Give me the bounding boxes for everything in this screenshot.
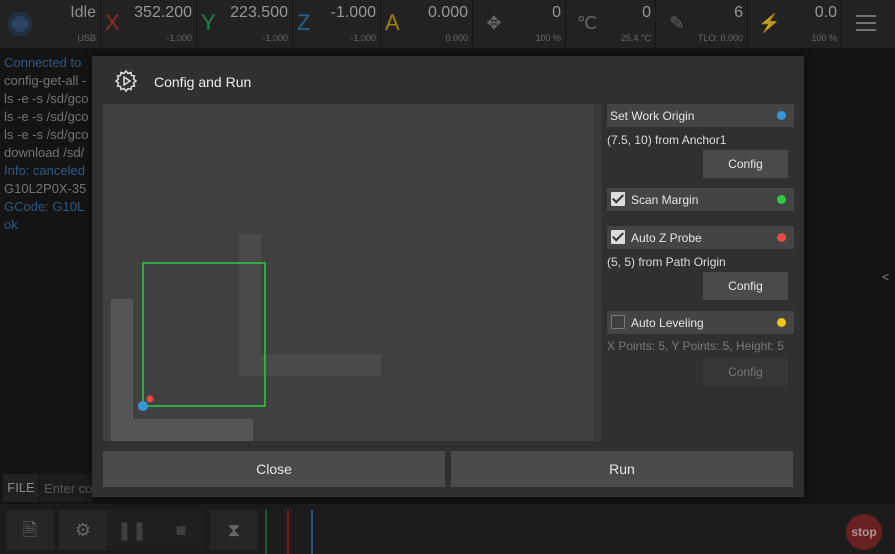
path-preview[interactable] — [103, 104, 602, 441]
probe-point — [146, 395, 154, 403]
auto-leveling-checkbox[interactable] — [611, 315, 625, 329]
auto-z-probe-checkbox[interactable] — [611, 230, 625, 244]
option-auto-z-probe[interactable]: Auto Z Probe — [607, 226, 794, 249]
color-dot-icon — [777, 111, 786, 120]
option-label: Auto Z Probe — [631, 231, 702, 245]
work-origin-desc: (7.5, 10) from Anchor1 — [607, 133, 727, 147]
option-label: Set Work Origin — [610, 109, 695, 123]
close-button[interactable]: Close — [103, 451, 445, 487]
preview-canvas — [111, 234, 381, 441]
option-scan-margin[interactable]: Scan Margin — [607, 188, 794, 211]
work-origin-config-button[interactable]: Config — [703, 150, 788, 178]
auto-leveling-config-button[interactable]: Config — [703, 358, 788, 386]
shadow-bar-horizontal — [239, 354, 381, 376]
color-dot-icon — [777, 195, 786, 204]
option-auto-leveling[interactable]: Auto Leveling — [607, 311, 794, 334]
option-set-work-origin[interactable]: Set Work Origin — [607, 104, 794, 127]
run-button[interactable]: Run — [451, 451, 793, 487]
config-run-dialog: Config and Run Set Work Origin (7.5, 10)… — [92, 56, 804, 497]
work-origin-point — [138, 401, 148, 411]
gear-play-icon — [114, 69, 138, 93]
option-label: Auto Leveling — [631, 316, 704, 330]
option-label: Scan Margin — [631, 193, 699, 207]
auto-z-probe-config-button[interactable]: Config — [703, 272, 788, 300]
color-dot-icon — [777, 318, 786, 327]
dialog-title: Config and Run — [154, 74, 252, 90]
anchor-bar-horizontal — [111, 419, 253, 441]
auto-leveling-desc: X Points: 5, Y Points: 5, Height: 5 — [607, 339, 784, 353]
auto-z-probe-desc: (5, 5) from Path Origin — [607, 255, 726, 269]
scan-margin-checkbox[interactable] — [611, 192, 625, 206]
color-dot-icon — [777, 233, 786, 242]
